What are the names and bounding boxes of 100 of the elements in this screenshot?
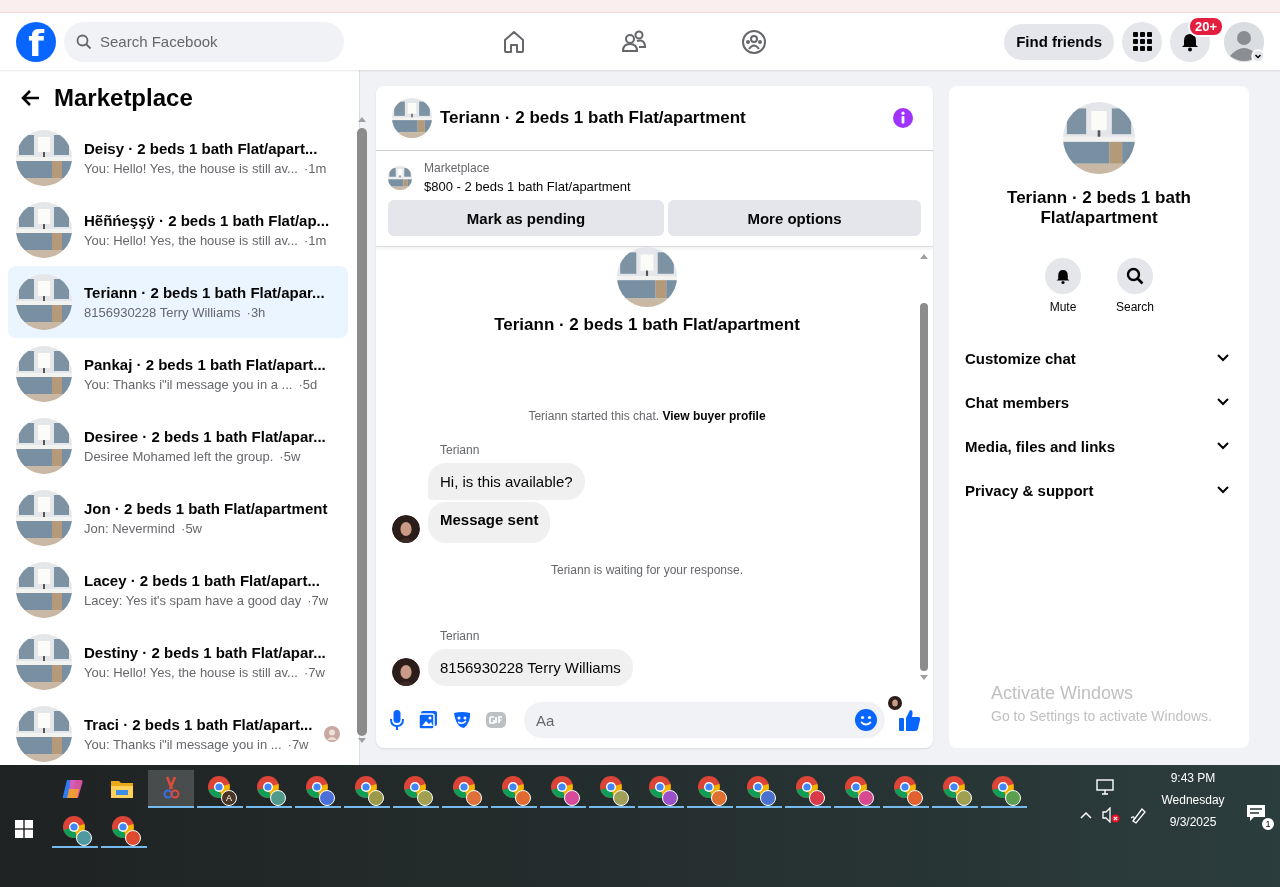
groups-icon[interactable] — [740, 27, 768, 56]
message-time: ·7w — [307, 593, 329, 608]
message-time: ·7w — [303, 665, 325, 680]
snipping-tool-taskbar-button[interactable] — [148, 770, 194, 808]
clock-day: Wednesday — [1161, 793, 1225, 807]
conversation-title: Hẽñńeşşÿ · 2 beds 1 bath Flat/ap... — [84, 212, 331, 229]
sticker-icon[interactable] — [452, 710, 472, 730]
microphone-icon[interactable] — [390, 710, 404, 730]
activation-notice: Go to Settings to activate Windows. — [991, 708, 1213, 724]
notification-count: 1 — [1262, 818, 1274, 830]
section-toggle[interactable]: Customize chat — [965, 336, 1233, 380]
message-preview: You: Hello! Yes, the house is still av... — [84, 161, 298, 176]
message-preview: Desiree Mohamed left the group. — [84, 449, 274, 464]
system-notice: Teriann started this chat. View buyer profile — [527, 409, 767, 423]
avatar — [392, 658, 420, 686]
message-time: ·3h — [246, 305, 266, 320]
conversation-title: Desiree · 2 beds 1 bath Flat/apar... — [84, 428, 327, 445]
search-icon — [1126, 267, 1144, 285]
profile-badge: A — [221, 790, 237, 806]
search-icon — [76, 33, 92, 50]
conversation-item[interactable]: Deisy · 2 beds 1 bath Flat/apart... You: Hello! Yes, the house is still av... ·1m — [8, 122, 349, 194]
search-field[interactable]: Search Facebook — [64, 21, 344, 62]
message-time: ·5w — [181, 521, 202, 536]
system-notice: Teriann is waiting for your response. — [549, 563, 745, 577]
folder-icon — [110, 778, 134, 800]
avatar — [392, 515, 420, 543]
message-field[interactable]: Aa — [524, 702, 885, 738]
notification-badge: 20+ — [1187, 15, 1224, 37]
photo-icon[interactable] — [418, 710, 438, 730]
section-toggle[interactable]: Media, files and links — [965, 424, 1233, 468]
page-title: Marketplace — [54, 84, 193, 112]
network-icon[interactable] — [1096, 779, 1114, 795]
message-bubble: Message sent — [428, 502, 551, 543]
muted-speaker-icon[interactable] — [1102, 807, 1120, 823]
conversation-item[interactable]: Destiny · 2 beds 1 bath Flat/apar... You: Hello! Yes, the house is still av... ·7w — [8, 626, 349, 698]
message-preview: Jon: Nevermind — [84, 521, 176, 536]
conversation-title: Lacey · 2 beds 1 bath Flat/apart... — [84, 572, 321, 589]
menu-button[interactable] — [1122, 21, 1162, 62]
message-bubble: Hi, is this available? — [428, 463, 585, 500]
section-toggle[interactable]: Privacy & support — [965, 468, 1233, 512]
conversation-title: Jon · 2 beds 1 bath Flat/apartment — [84, 500, 329, 517]
message-preview: You: Hello! Yes, the house is still av... — [84, 665, 298, 680]
listing-title: $800 - 2 beds 1 bath Flat/apartment — [424, 179, 631, 194]
mark-pending-button[interactable]: Mark as pending — [388, 200, 664, 236]
chevron-up-icon[interactable] — [1080, 811, 1092, 819]
emoji-icon[interactable] — [855, 709, 877, 731]
buyer-profile-link[interactable]: View buyer profile — [662, 409, 766, 423]
message-preview: You: Thanks i"il message you in ... — [84, 737, 282, 752]
message-preview: You: Hello! Yes, the house is still av... — [84, 233, 298, 248]
message-time: ·7w — [287, 737, 309, 752]
chevron-down-icon — [1217, 354, 1229, 362]
conversation-item[interactable]: Jon · 2 beds 1 bath Flat/apartment Jon: Nevermind ·5w — [8, 482, 349, 554]
chevron-down-icon — [1217, 442, 1229, 450]
message-preview: You: Thanks i"il message you in a ... — [84, 377, 293, 392]
conversation-item[interactable]: Hẽñńeşşÿ · 2 beds 1 bath Flat/ap... You: Hello! Yes, the house is still av... ·1m — [8, 194, 349, 266]
conversation-item[interactable]: Teriann · 2 beds 1 bath Flat/apar... 8156930228 Terry Williams ·3h — [8, 266, 349, 338]
clock-date: 9/3/2025 — [1169, 815, 1217, 829]
conversation-title: Destiny · 2 beds 1 bath Flat/apar... — [84, 644, 327, 661]
facebook-logo[interactable]: f — [16, 21, 56, 62]
browser-taskbar-button[interactable]: A — [197, 770, 243, 808]
pen-icon[interactable] — [1130, 806, 1148, 824]
back-arrow-icon[interactable] — [20, 89, 40, 107]
message-time: ·5d — [298, 377, 318, 392]
chevron-down-icon — [1217, 398, 1229, 406]
activation-title: Activate Windows — [991, 683, 1135, 704]
listing-label: Marketplace — [424, 161, 491, 175]
message-time: ·1m — [303, 161, 327, 176]
conversation-title: Traci · 2 beds 1 bath Flat/apart... — [84, 716, 313, 733]
account-button[interactable] — [1224, 21, 1264, 62]
find-friends-button[interactable]: Find friends — [1004, 23, 1114, 60]
message-bubble: 8156930228 Terry Williams — [428, 649, 633, 686]
sender-name: Teriann — [440, 629, 481, 643]
message-time: ·1m — [303, 233, 327, 248]
profile-icon — [1224, 21, 1264, 62]
conversation-title: Teriann · 2 beds 1 bath Flat/apar... — [84, 284, 326, 301]
sender-name: Teriann — [440, 443, 481, 457]
message-time: ·5w — [279, 449, 301, 464]
clock[interactable]: 9:43 PM Wednesday 9/3/2025 — [1158, 771, 1228, 829]
conversation-title: Deisy · 2 beds 1 bath Flat/apart... — [84, 140, 319, 157]
conversation-item[interactable]: Desiree · 2 beds 1 bath Flat/apar... Desiree Mohamed left the group. ·5w — [8, 410, 349, 482]
conversation-item[interactable]: Pankaj · 2 beds 1 bath Flat/apart... You: Thanks i"il message you in a ... ·5d — [8, 338, 349, 410]
seen-avatar — [888, 696, 902, 710]
conversation-item[interactable]: Traci · 2 beds 1 bath Flat/apart... You: Thanks i"il message you in ... ·7w — [8, 698, 349, 770]
info-icon[interactable] — [893, 108, 913, 128]
copilot-icon — [61, 777, 85, 801]
bell-icon — [1180, 31, 1200, 52]
thumbs-up-icon[interactable] — [899, 709, 921, 731]
chevron-down-icon — [1217, 486, 1229, 494]
profile-title: Teriann · 2 beds 1 bath Flat/apartment — [1006, 188, 1192, 228]
conversation-title: Pankaj · 2 beds 1 bath Flat/apart... — [84, 356, 327, 373]
message-preview: Lacey: Yes it's spam have a good day — [84, 593, 302, 608]
chrome-icon — [207, 775, 233, 801]
conversation-item[interactable]: Lacey · 2 beds 1 bath Flat/apart... Lacey: Yes it's spam have a good day ·7w — [8, 554, 349, 626]
windows-icon — [15, 820, 33, 838]
section-toggle[interactable]: Chat members — [965, 380, 1233, 424]
bell-icon — [1055, 267, 1071, 285]
thread-title: Teriann · 2 beds 1 bath Flat/apartment — [494, 315, 800, 335]
more-options-button[interactable]: More options — [668, 200, 921, 236]
message-preview: 8156930228 Terry Williams — [84, 305, 241, 320]
message-icon — [1246, 804, 1266, 822]
